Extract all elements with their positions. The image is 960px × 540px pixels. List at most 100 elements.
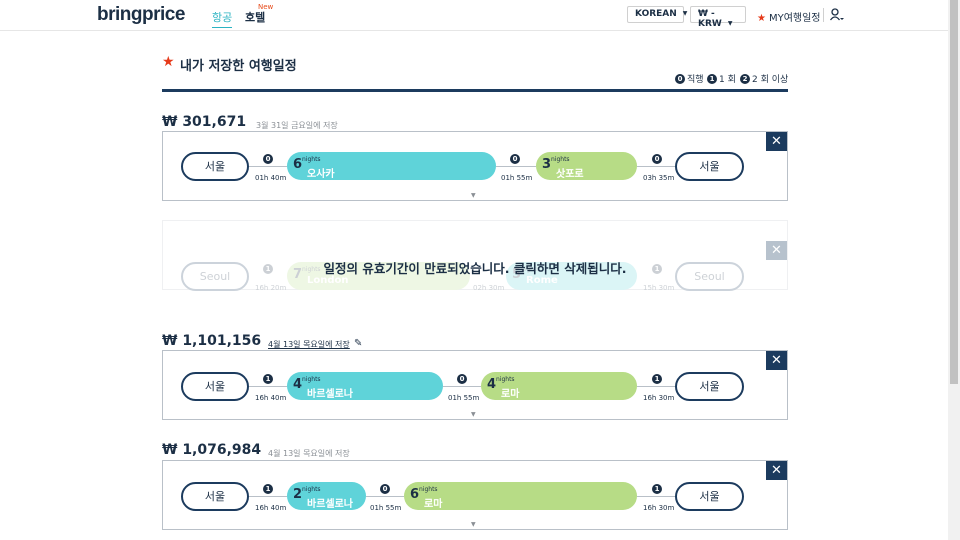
stop-count-icon: 0	[652, 154, 662, 164]
saved-date[interactable]: 4월 13일 목요일에 저장	[268, 339, 350, 350]
expired-notice[interactable]: 일정의 유효기간이 만료되었습니다. 클릭하면 삭제됩니다.	[162, 258, 788, 277]
route-line	[366, 496, 404, 497]
flight-duration: 15h 30m	[643, 284, 675, 292]
itinerary-card-expired[interactable]: Seoul 1 16h 20m 7 nights London 02h 30m …	[162, 220, 788, 292]
stay-segment[interactable]: 4 nights 바르셀로나	[287, 372, 443, 400]
legend-multi-stop: 22 회 이상	[740, 72, 788, 85]
stop-count-icon: 0	[380, 484, 390, 494]
stay-segment[interactable]: 4 nights 로마	[481, 372, 637, 400]
dropdown-arrow-icon: ▼	[727, 20, 733, 27]
stop-count-icon: 0	[457, 374, 467, 384]
stay-segment[interactable]: 3 nights 삿포로	[536, 152, 637, 180]
top-header: bringprice 항공 호텔 New KOREAN ▼ ₩ - KRW ▼ ★ M…	[0, 0, 948, 31]
language-select[interactable]: KOREAN ▼	[627, 6, 687, 23]
title-divider	[162, 89, 788, 92]
stop-count-icon: 1	[652, 374, 662, 384]
my-itinerary-link[interactable]: ★ MY여행일정	[757, 9, 821, 24]
nights-count: 2	[293, 487, 303, 502]
route-line	[249, 386, 287, 387]
stay-city: 오사카	[307, 169, 335, 180]
origin-city: 서울	[181, 372, 249, 401]
stay-city: 바르셀로나	[307, 499, 353, 510]
currency-value: ₩ - KRW	[698, 9, 722, 29]
nights-count: 4	[487, 377, 497, 392]
route-line	[496, 166, 536, 167]
route-line	[637, 386, 675, 387]
flight-duration: 16h 20m	[255, 284, 287, 292]
stop-count-icon: 0	[675, 73, 685, 84]
nav-hotel-tab[interactable]: 호텔	[245, 9, 265, 25]
delete-itinerary-button[interactable]: ✕	[766, 351, 787, 370]
nights-count: 3	[542, 157, 552, 172]
legend-one-stop-label: 1 회	[719, 75, 736, 85]
stop-count-icon: 1	[263, 374, 273, 384]
star-icon: ★	[162, 54, 175, 70]
legend-one-stop: 11 회	[707, 72, 736, 85]
nav-air-tab[interactable]: 항공	[212, 9, 233, 28]
currency-select[interactable]: ₩ - KRW ▼	[690, 6, 746, 29]
page-title: 내가 저장한 여행일정	[180, 59, 297, 74]
expand-caret-icon[interactable]: ▼	[471, 521, 476, 528]
my-itinerary-label: MY여행일정	[768, 13, 821, 24]
stay-city: 로마	[424, 499, 443, 510]
nights-label: nights	[496, 376, 515, 383]
edit-pencil-icon[interactable]: ✎	[354, 338, 362, 349]
origin-city: 서울	[181, 152, 249, 181]
route-line	[637, 496, 675, 497]
flight-duration: 16h 30m	[643, 394, 675, 402]
bringprice-logo[interactable]: bringprice	[97, 4, 185, 26]
legend-direct: 0 직행	[675, 72, 704, 85]
stay-segment[interactable]: 6 nights 오사카	[287, 152, 496, 180]
legend-multi-stop-label: 2 회 이상	[752, 75, 789, 85]
stop-count-icon: 1	[652, 484, 662, 494]
flight-duration: 16h 40m	[255, 394, 287, 402]
stay-city: 삿포로	[556, 169, 584, 180]
flight-duration: 02h 30m	[473, 284, 505, 292]
stop-count-icon: 0	[263, 154, 273, 164]
itinerary-card[interactable]: 서울 1 16h 40m 4 nights 바르셀로나 0 01h 55m 4 …	[162, 350, 788, 420]
itinerary-price: ₩ 1,076,984	[162, 442, 262, 458]
expand-caret-icon[interactable]: ▼	[471, 192, 476, 199]
star-icon: ★	[757, 13, 766, 24]
flight-duration: 01h 55m	[501, 174, 533, 182]
stop-count-icon: 1	[707, 73, 717, 84]
saved-date: 4월 13일 목요일에 저장	[268, 449, 350, 458]
flight-duration: 01h 55m	[448, 394, 480, 402]
nights-label: nights	[551, 156, 570, 163]
delete-itinerary-button[interactable]: ✕	[766, 132, 787, 151]
stay-segment[interactable]: 6 nights 로마	[404, 482, 637, 510]
header-divider	[823, 8, 824, 22]
user-menu-icon[interactable]	[830, 8, 844, 22]
destination-city: 서울	[675, 482, 744, 511]
nights-label: nights	[302, 376, 321, 383]
route-line	[249, 496, 287, 497]
saved-date: 3월 31일 금요일에 저장	[256, 121, 338, 130]
itinerary-price: ₩ 1,101,156	[162, 333, 262, 349]
stay-city: 로마	[501, 389, 520, 400]
nights-label: nights	[302, 486, 321, 493]
destination-city: 서울	[675, 372, 744, 401]
origin-city: 서울	[181, 482, 249, 511]
dropdown-arrow-icon: ▼	[682, 10, 688, 17]
legend-direct-label: 직행	[687, 75, 704, 85]
route-line	[637, 166, 675, 167]
destination-city: 서울	[675, 152, 744, 181]
nights-count: 6	[293, 157, 303, 172]
language-value: KOREAN	[635, 9, 677, 19]
itinerary-price: ₩ 301,671	[162, 114, 247, 130]
stop-count-icon: 0	[510, 154, 520, 164]
nights-label: nights	[302, 156, 321, 163]
stop-count-icon: 1	[263, 484, 273, 494]
stay-segment[interactable]: 2 nights 바르셀로나	[287, 482, 366, 510]
route-line	[443, 386, 481, 387]
new-badge: New	[258, 3, 274, 11]
delete-itinerary-button[interactable]: ✕	[766, 461, 787, 480]
nights-label: nights	[419, 486, 438, 493]
expand-caret-icon[interactable]: ▼	[471, 411, 476, 418]
itinerary-card[interactable]: 서울 1 16h 40m 2 nights 바르셀로나 0 01h 55m 6 …	[162, 460, 788, 530]
flight-duration: 16h 30m	[643, 504, 675, 512]
scrollbar-thumb[interactable]	[950, 0, 958, 384]
flight-duration: 16h 40m	[255, 504, 287, 512]
itinerary-card[interactable]: 서울 0 01h 40m 6 nights 오사카 0 01h 55m 3 ni…	[162, 131, 788, 201]
route-line	[249, 166, 287, 167]
